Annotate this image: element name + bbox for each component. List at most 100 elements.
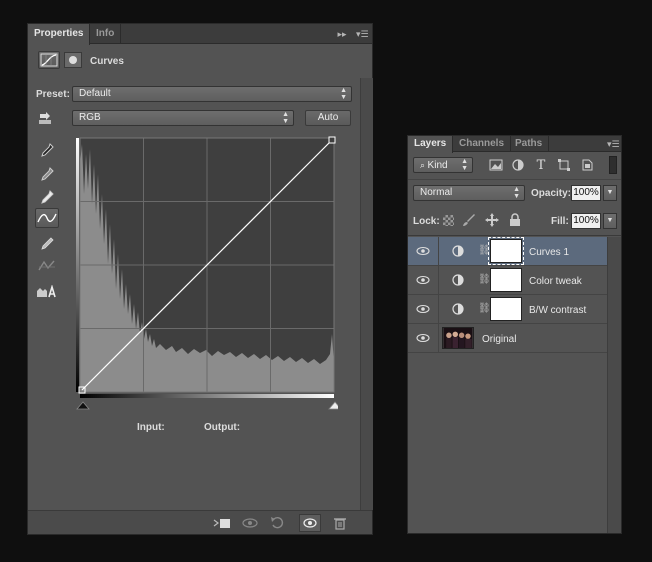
- white-point-slider[interactable]: [328, 401, 338, 410]
- input-gradient-bar: [80, 394, 334, 398]
- fill-label: Fill:: [551, 216, 569, 227]
- mask-icon[interactable]: [64, 52, 82, 68]
- mask-link-icon[interactable]: ⛓: [478, 274, 491, 285]
- collapse-panel-icon[interactable]: ▸▸: [336, 28, 348, 40]
- shape-layer-filter-icon[interactable]: [553, 155, 575, 175]
- clip-to-layer-icon[interactable]: [211, 514, 233, 532]
- layer-list: ⛓ Curves 1 ⛓ Color tweak ⛓ B/W contrast: [408, 237, 621, 533]
- filter-kind-value: Kind: [427, 160, 448, 171]
- dropdown-arrows-icon: ▲ ▼: [340, 87, 347, 101]
- opacity-label: Opacity:: [531, 188, 572, 199]
- layer-visibility-eye-icon[interactable]: [416, 332, 430, 344]
- dropdown-arrows-icon: ▲ ▼: [513, 186, 520, 200]
- layer-image-thumbnail[interactable]: [442, 327, 474, 349]
- adjustment-layer-icon: [452, 274, 464, 286]
- search-icon: ⌕: [420, 160, 428, 170]
- adjustment-type-icon[interactable]: [38, 51, 60, 69]
- layers-panel: Layers Channels Paths ▾☰ ⌕ Kind ▲ ▼ T Nor…: [407, 135, 622, 534]
- mask-link-icon[interactable]: ⛓: [478, 303, 491, 314]
- output-label: Output:: [204, 422, 241, 433]
- gray-point-eyedropper-icon[interactable]: [36, 164, 58, 184]
- divider: [408, 235, 621, 236]
- opacity-slider-toggle[interactable]: ▼: [603, 185, 617, 201]
- smooth-curve-icon[interactable]: [36, 256, 58, 276]
- divider: [438, 324, 439, 352]
- lock-label: Lock:: [413, 216, 440, 227]
- layers-tabbar: Layers Channels Paths ▾☰: [408, 136, 621, 153]
- layer-visibility-eye-icon[interactable]: [416, 274, 430, 286]
- curve-points-icon[interactable]: [35, 208, 59, 228]
- smart-object-filter-icon[interactable]: [576, 155, 598, 175]
- tab-properties[interactable]: Properties: [28, 24, 91, 45]
- panel-menu-icon[interactable]: ▾☰: [356, 28, 369, 40]
- adjustment-name: Curves: [90, 56, 124, 67]
- auto-button[interactable]: Auto: [305, 110, 351, 126]
- fill-slider-toggle[interactable]: ▼: [603, 213, 617, 229]
- curve-point-white[interactable]: [328, 136, 336, 144]
- divider: [408, 179, 621, 180]
- pencil-draw-icon[interactable]: [36, 234, 58, 254]
- properties-panel: Properties Info ▸▸ ▾☰ Curves Preset: Def…: [27, 23, 373, 535]
- properties-footer: [28, 510, 372, 534]
- layer-name[interactable]: Original: [482, 334, 516, 345]
- layer-name[interactable]: Curves 1: [529, 247, 569, 258]
- layer-row[interactable]: ⛓ Curves 1: [408, 237, 607, 266]
- divider: [438, 295, 439, 323]
- channel-select[interactable]: RGB ▲ ▼: [72, 110, 294, 126]
- blend-mode-value: Normal: [420, 187, 453, 198]
- filter-kind-select[interactable]: ⌕ Kind ▲ ▼: [413, 157, 473, 173]
- lock-position-icon[interactable]: [485, 213, 499, 230]
- clipping-warning-icon[interactable]: [36, 282, 58, 302]
- layer-row[interactable]: ⛓ B/W contrast: [408, 295, 607, 324]
- view-previous-icon[interactable]: [239, 514, 261, 532]
- tab-layers[interactable]: Layers: [408, 136, 454, 153]
- layers-scrollbar[interactable]: [607, 237, 621, 533]
- layer-mask-thumbnail[interactable]: [488, 237, 524, 265]
- tab-info[interactable]: Info: [90, 24, 122, 44]
- dropdown-arrows-icon: ▲ ▼: [282, 111, 289, 125]
- lock-image-icon[interactable]: [462, 213, 476, 230]
- visibility-eye-icon[interactable]: [299, 514, 321, 532]
- layer-name[interactable]: B/W contrast: [529, 305, 586, 316]
- reset-icon[interactable]: [267, 514, 289, 532]
- layer-mask-thumbnail[interactable]: [490, 297, 522, 321]
- layer-visibility-eye-icon[interactable]: [416, 303, 430, 315]
- curves-graph[interactable]: [76, 134, 338, 414]
- type-layer-filter-icon[interactable]: T: [530, 155, 552, 175]
- lock-all-icon[interactable]: [509, 213, 521, 230]
- auto-label: Auto: [317, 112, 339, 123]
- curves-adjust-icon: [40, 53, 58, 67]
- layer-row[interactable]: Original: [408, 324, 607, 353]
- divider: [438, 237, 439, 265]
- divider: [438, 266, 439, 294]
- fill-input[interactable]: 100%: [571, 213, 601, 229]
- adjustment-layer-icon: [452, 245, 464, 257]
- properties-tabbar: Properties Info ▸▸ ▾☰: [28, 24, 372, 45]
- blend-mode-select[interactable]: Normal ▲ ▼: [413, 185, 525, 201]
- pixel-layer-filter-icon[interactable]: [485, 155, 507, 175]
- layer-name[interactable]: Color tweak: [529, 276, 582, 287]
- input-label: Input:: [137, 422, 165, 433]
- adjustment-layer-filter-icon[interactable]: [507, 155, 529, 175]
- black-point-eyedropper-icon[interactable]: [36, 140, 58, 160]
- on-image-adjust-icon[interactable]: [35, 108, 57, 128]
- tab-paths[interactable]: Paths: [509, 136, 550, 152]
- mask-link-icon[interactable]: ⛓: [478, 245, 491, 256]
- layer-row[interactable]: ⛓ Color tweak: [408, 266, 607, 295]
- white-point-eyedropper-icon[interactable]: [36, 187, 58, 207]
- preset-select[interactable]: Default ▲ ▼: [72, 86, 352, 102]
- tab-channels[interactable]: Channels: [453, 136, 512, 152]
- lock-transparent-icon[interactable]: [443, 215, 454, 226]
- filter-toggle[interactable]: [609, 156, 617, 174]
- adjustment-layer-icon: [452, 303, 464, 315]
- output-gradient-bar: [76, 138, 79, 392]
- preset-label: Preset:: [36, 89, 70, 100]
- properties-scrollbar[interactable]: [360, 78, 373, 510]
- panel-menu-icon[interactable]: ▾☰: [607, 138, 620, 150]
- layer-visibility-eye-icon[interactable]: [416, 245, 430, 257]
- preset-value: Default: [79, 88, 111, 99]
- layer-mask-thumbnail[interactable]: [490, 268, 522, 292]
- trash-icon[interactable]: [329, 514, 351, 532]
- opacity-input[interactable]: 100%: [571, 185, 601, 201]
- black-point-slider[interactable]: [76, 401, 90, 410]
